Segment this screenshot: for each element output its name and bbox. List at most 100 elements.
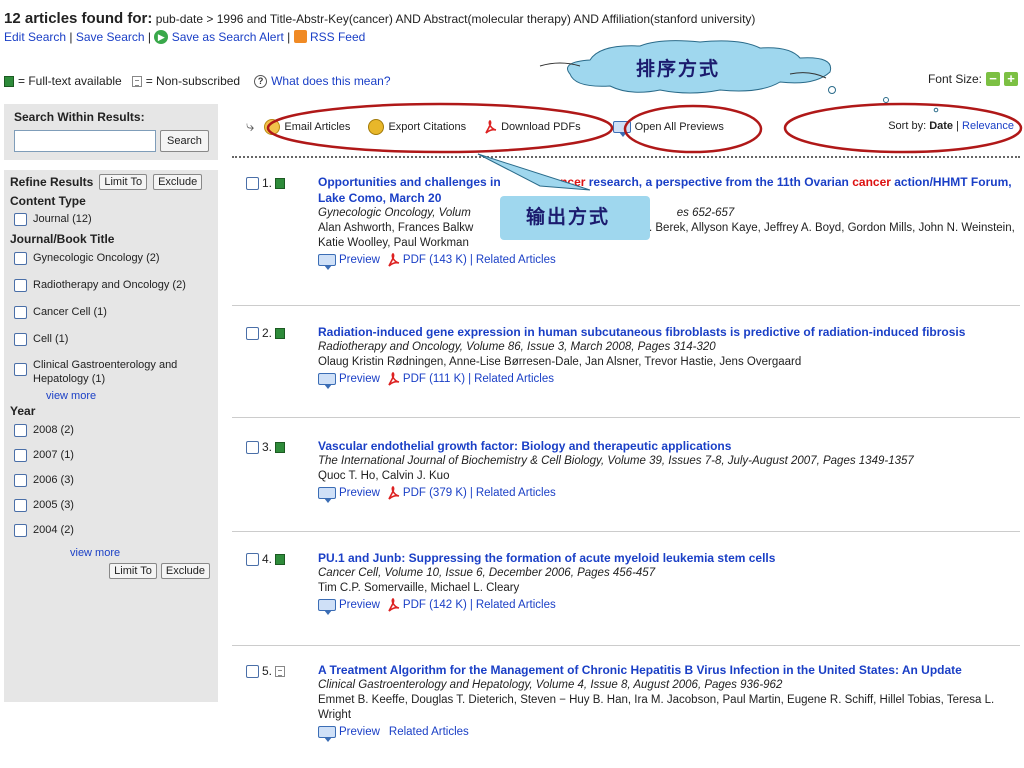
rss-icon [293, 30, 307, 44]
cloud-callout [539, 40, 939, 113]
facet-label: Cell (1) [33, 333, 69, 345]
facet-label: 2005 (3) [33, 499, 74, 511]
export-citations-button[interactable]: Export Citations [368, 118, 466, 135]
result-title-link[interactable]: A Treatment Algorithm for the Management… [318, 662, 1018, 678]
facet-checkbox[interactable] [14, 363, 27, 376]
pdf-link[interactable]: PDF (143 K) [403, 251, 467, 269]
related-articles-link[interactable]: Related Articles [474, 370, 554, 388]
full-text-icon [4, 75, 14, 87]
facet-label: 2006 (3) [33, 474, 74, 486]
facet-checkbox[interactable] [14, 252, 27, 265]
result-title-link[interactable]: Radiation-induced gene expression in hum… [318, 324, 1018, 340]
preview-link[interactable]: Preview [339, 723, 380, 741]
facet-gynecologic-oncology[interactable]: Gynecologic Oncology (2) [14, 251, 214, 265]
facet-checkbox[interactable] [14, 474, 27, 487]
limit-to-button-bottom[interactable]: Limit To [109, 563, 157, 579]
result-checkbox[interactable] [246, 664, 259, 678]
result-authors: Olaug Kristin Rødningen, Anne-Lise Børre… [318, 356, 802, 368]
preview-link[interactable]: Preview [339, 484, 380, 502]
related-articles-link[interactable]: Related Articles [389, 723, 469, 741]
sort-date-option[interactable]: Date [929, 120, 953, 132]
pdf-icon [485, 119, 497, 134]
facet-cancer-cell[interactable]: Cancer Cell (1) [14, 305, 214, 319]
select-all-icon[interactable]: ⤷ [246, 118, 254, 135]
sort-relevance-link[interactable]: Relevance [962, 120, 1014, 132]
facet-journal[interactable]: Journal (12) [14, 212, 214, 226]
search-within-title: Search Within Results: [14, 110, 145, 124]
result-title-link[interactable]: PU.1 and Junb: Suppressing the formation… [318, 550, 1018, 566]
facet-year-2005[interactable]: 2005 (3) [14, 498, 214, 512]
facet-radiotherapy-oncology[interactable]: Radiotherapy and Oncology (2) [14, 278, 214, 292]
facet-year-2007[interactable]: 2007 (1) [14, 448, 214, 462]
pdf-icon [388, 486, 400, 500]
email-icon [264, 118, 281, 135]
access-legend: = Full-text available = Non-subscribed ?… [4, 74, 391, 88]
download-pdfs-button[interactable]: Download PDFs [484, 119, 581, 134]
facet-checkbox[interactable] [14, 449, 27, 462]
email-articles-button[interactable]: Email Articles [264, 118, 350, 135]
result-source: Cancer Cell, Volume 10, Issue 6, Decembe… [318, 567, 656, 579]
result-number: 4. [262, 552, 273, 566]
result-divider [232, 417, 1020, 418]
journal-title-heading: Journal/Book Title [10, 232, 115, 246]
exclude-button-bottom[interactable]: Exclude [160, 563, 210, 579]
result-checkbox[interactable] [246, 176, 259, 190]
separator: | [147, 30, 152, 44]
related-articles-link[interactable]: Related Articles [476, 251, 556, 269]
what-does-this-mean-link[interactable]: What does this mean? [271, 74, 390, 88]
exclude-button[interactable]: Exclude [153, 174, 203, 190]
preview-link[interactable]: Preview [339, 251, 380, 269]
alert-icon: ▶ [154, 29, 169, 44]
view-more-years-link[interactable]: view more [70, 547, 214, 559]
sort-methods-annotation: 排序方式 [636, 58, 721, 80]
limit-to-button[interactable]: Limit To [99, 174, 148, 190]
decrease-font-button[interactable]: − [986, 72, 1000, 86]
facet-checkbox[interactable] [14, 424, 27, 437]
pdf-link[interactable]: PDF (142 K) [403, 596, 467, 614]
facet-checkbox[interactable] [14, 524, 27, 537]
save-search-alert-link[interactable]: Save as Search Alert [172, 30, 284, 44]
facet-checkbox[interactable] [14, 499, 27, 512]
view-more-journals-link[interactable]: view more [46, 390, 214, 402]
year-heading: Year [10, 404, 36, 418]
pdf-link[interactable]: PDF (379 K) [403, 484, 467, 502]
search-within-input[interactable] [14, 130, 156, 152]
preview-icon [318, 254, 336, 270]
results-count: 12 articles found for: [4, 10, 153, 27]
result-authors: Tim C.P. Somervaille, Michael L. Cleary [318, 582, 520, 594]
facet-checkbox[interactable] [14, 306, 27, 319]
result-checkbox[interactable] [246, 552, 259, 566]
facet-year-2006[interactable]: 2006 (3) [14, 473, 214, 487]
facet-label: Clinical Gastroenterology and Hepatology… [33, 359, 178, 385]
increase-font-button[interactable]: + [1004, 72, 1018, 86]
result-authors: Alan Ashworth, Frances Balkw S. Berek, Al… [318, 222, 1015, 249]
related-articles-link[interactable]: Related Articles [476, 596, 556, 614]
facet-clinical-gastro[interactable]: Clinical Gastroenterology and Hepatology… [14, 358, 194, 386]
facet-checkbox[interactable] [14, 333, 27, 346]
facet-checkbox[interactable] [14, 279, 27, 292]
result-title-link[interactable]: Opportunities and challenges in ovarianc… [318, 174, 1018, 206]
pdf-link[interactable]: PDF (111 K) [403, 370, 465, 388]
result-number: 3. [262, 440, 273, 454]
facet-checkbox[interactable] [14, 213, 27, 226]
related-articles-link[interactable]: Related Articles [476, 484, 556, 502]
result-checkbox[interactable] [246, 326, 259, 340]
preview-link[interactable]: Preview [339, 370, 380, 388]
facet-label: 2004 (2) [33, 524, 74, 536]
result-divider [232, 531, 1020, 532]
edit-search-link[interactable]: Edit Search [4, 30, 66, 44]
result-divider [232, 645, 1020, 646]
result-checkbox[interactable] [246, 440, 259, 454]
facet-cell[interactable]: Cell (1) [14, 332, 214, 346]
save-search-link[interactable]: Save Search [76, 30, 145, 44]
sidebar: Search Within Results: Search Refine Res… [4, 104, 218, 702]
rss-feed-link[interactable]: RSS Feed [310, 30, 365, 44]
facet-year-2004[interactable]: 2004 (2) [14, 523, 214, 537]
preview-link[interactable]: Preview [339, 596, 380, 614]
separator: | [287, 30, 291, 44]
facet-year-2008[interactable]: 2008 (2) [14, 423, 214, 437]
result-title-link[interactable]: Vascular endothelial growth factor: Biol… [318, 438, 1018, 454]
font-size-label: Font Size: [927, 72, 982, 86]
open-all-previews-button[interactable]: Open All Previews [612, 120, 724, 137]
search-within-button[interactable]: Search [160, 130, 209, 152]
